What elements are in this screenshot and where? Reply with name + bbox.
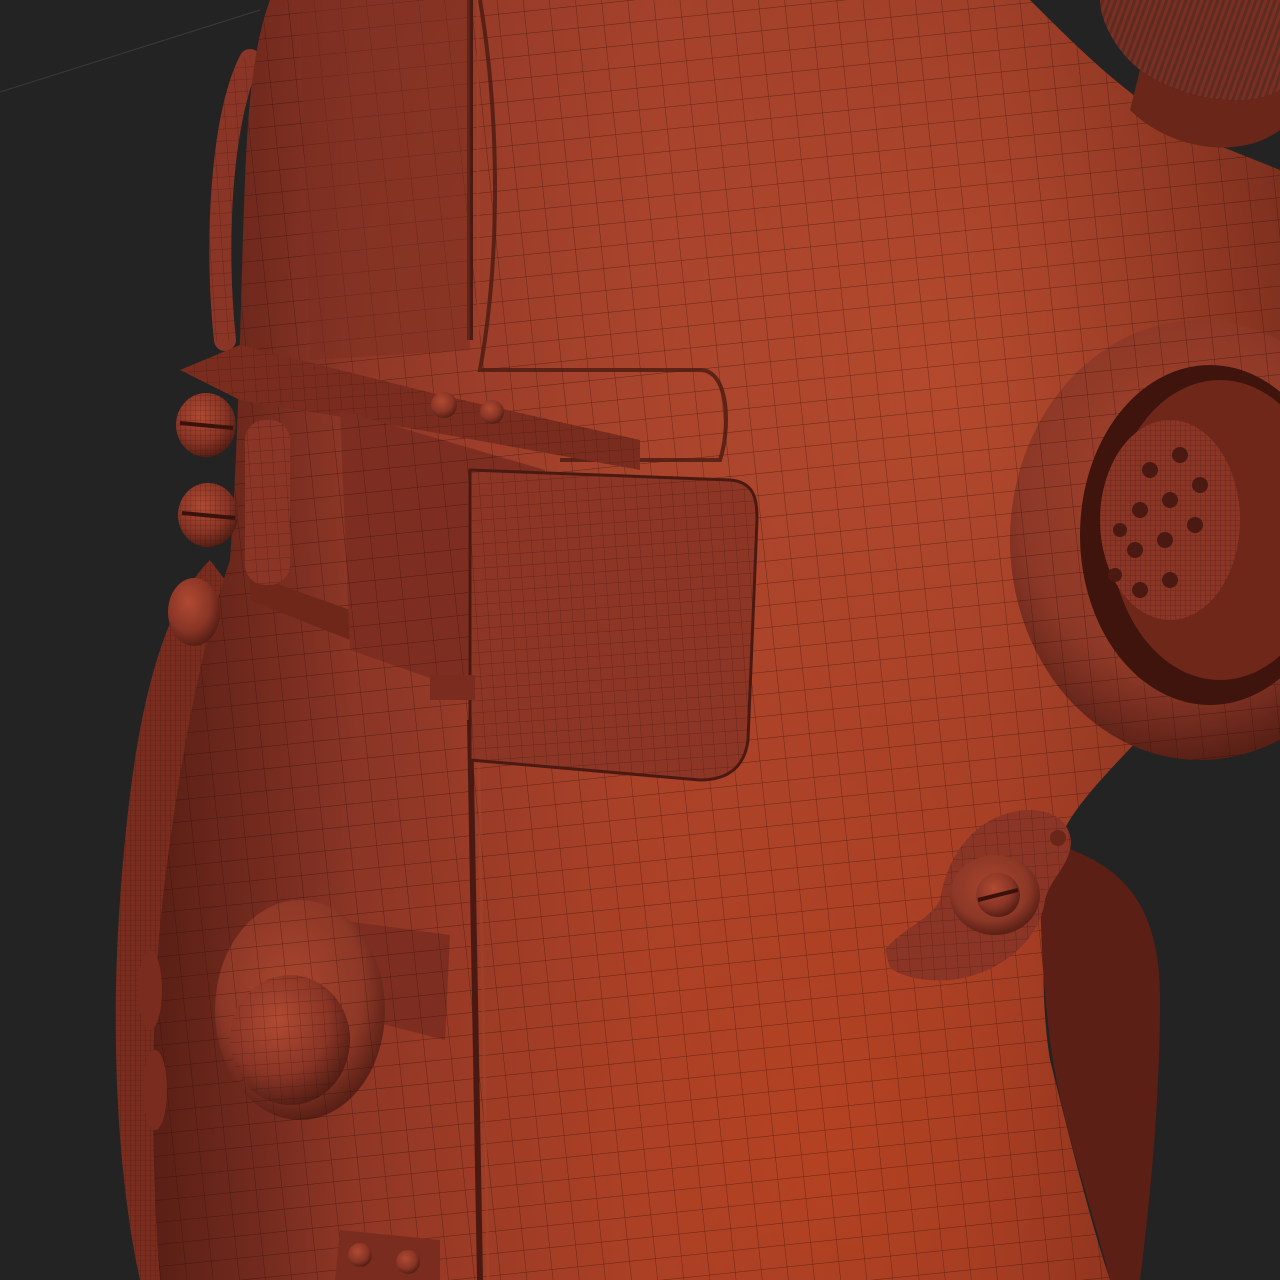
3d-viewport[interactable] [0, 0, 1280, 1280]
connector-screw-icon [348, 1243, 372, 1267]
screw-icon [168, 578, 220, 646]
connector-screw-icon [396, 1250, 420, 1274]
screw-icon [176, 393, 236, 457]
latch-stud [480, 400, 504, 424]
background-grid-line [0, 9, 261, 93]
latch-lower-tab [430, 675, 475, 700]
latch-stud [431, 392, 457, 418]
screw-icon [178, 483, 238, 547]
clay-render [0, 0, 1280, 1280]
